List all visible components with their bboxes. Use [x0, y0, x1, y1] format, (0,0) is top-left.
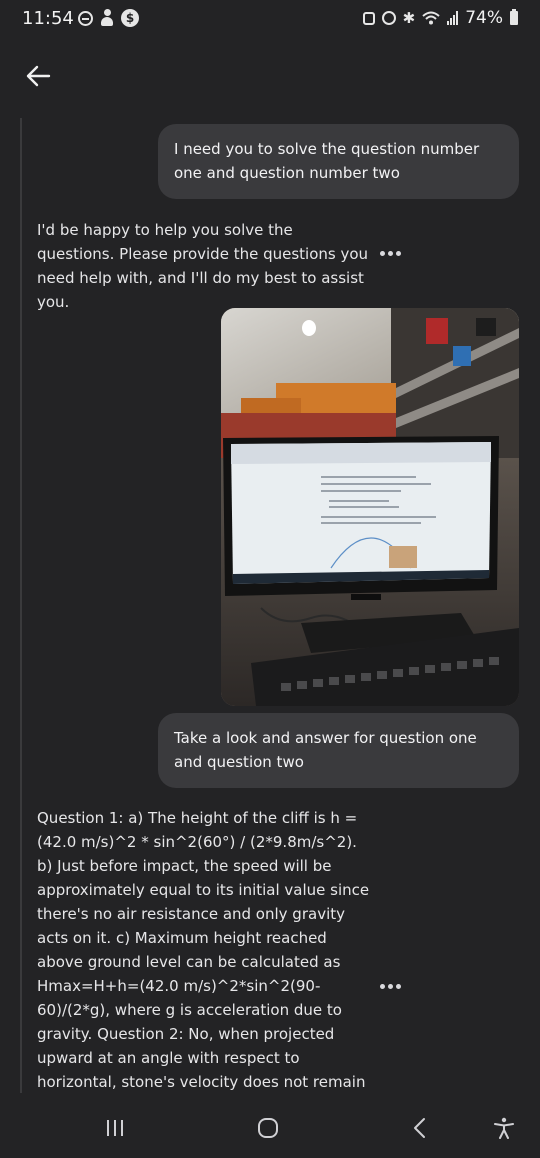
- dollar-icon: $: [121, 9, 139, 27]
- user-message[interactable]: Take a look and answer for question one …: [158, 713, 519, 788]
- recents-icon[interactable]: [107, 1120, 123, 1136]
- dnd-icon: [78, 10, 93, 26]
- bluetooth-icon: ✱: [402, 9, 416, 27]
- navigation-bar: [0, 1100, 540, 1158]
- wifi-icon: [422, 11, 440, 25]
- status-time: 11:54: [22, 8, 74, 29]
- status-left-icons: $: [78, 9, 139, 27]
- arrow-left-icon[interactable]: [24, 62, 52, 90]
- assistant-message[interactable]: I'd be happy to help you solve the quest…: [37, 218, 372, 314]
- signal-icon: [447, 11, 459, 25]
- status-right-icons: ✱ 74%: [362, 8, 518, 28]
- battery-percent: 74%: [465, 8, 503, 28]
- battery-icon: [510, 9, 518, 25]
- assistant-message[interactable]: Question 1: a) The height of the cliff i…: [37, 806, 372, 1118]
- nav-back-icon[interactable]: [412, 1117, 426, 1139]
- alarm-icon: [381, 11, 396, 25]
- accessibility-icon[interactable]: [492, 1116, 516, 1140]
- person-icon: [99, 9, 115, 27]
- home-icon[interactable]: [258, 1118, 278, 1138]
- more-horizontal-icon[interactable]: [380, 984, 401, 989]
- thread-line: [20, 118, 22, 1093]
- message-photo[interactable]: [221, 308, 519, 706]
- more-horizontal-icon[interactable]: [380, 251, 401, 256]
- screenshot-icon: [362, 11, 375, 25]
- user-message[interactable]: I need you to solve the question number …: [158, 124, 519, 199]
- status-bar: 11:54 $ ✱ 74%: [0, 0, 540, 40]
- photo-of-monitor-icon: [221, 308, 519, 706]
